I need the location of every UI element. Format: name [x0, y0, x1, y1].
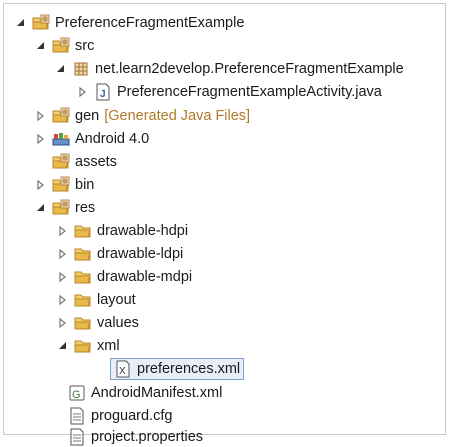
collapsed-arrow-icon[interactable]: [56, 271, 68, 283]
collapsed-arrow-icon[interactable]: [56, 225, 68, 237]
tree-item-preferences[interactable]: preferences.xml: [110, 358, 245, 380]
assets-label: assets: [75, 154, 117, 170]
project-properties-label: project.properties: [91, 429, 204, 445]
collapsed-arrow-icon[interactable]: [76, 86, 88, 98]
package-label: net.learn2develop.PreferenceFragmentExam…: [95, 61, 404, 77]
tree-item-gen[interactable]: gen [Generated Java Files]: [34, 105, 250, 127]
tree-item-proguard[interactable]: proguard.cfg: [68, 405, 172, 427]
res-label: res: [75, 200, 96, 216]
folder-icon: [52, 199, 70, 217]
package-explorer-tree: PreferenceFragmentExample src net.learn2…: [3, 3, 446, 435]
project-icon: [32, 14, 50, 32]
tree-item-drawable-mdpi[interactable]: drawable-mdpi: [56, 266, 192, 288]
layout-label: layout: [97, 292, 136, 308]
text-file-icon: [68, 428, 86, 446]
source-folder-icon: [52, 107, 70, 125]
java-file-icon: [94, 83, 112, 101]
values-label: values: [97, 315, 139, 331]
package-icon: [72, 60, 90, 78]
selection-highlight[interactable]: preferences.xml: [110, 358, 245, 380]
proguard-label: proguard.cfg: [91, 408, 173, 424]
manifest-label: AndroidManifest.xml: [91, 385, 223, 401]
tree-item-manifest[interactable]: AndroidManifest.xml: [68, 382, 222, 404]
expanded-arrow-icon[interactable]: [56, 340, 68, 352]
folder-icon: [74, 268, 92, 286]
xml-file-icon: [114, 360, 132, 378]
collapsed-arrow-icon[interactable]: [56, 317, 68, 329]
tree-item-activity-file[interactable]: PreferenceFragmentExampleActivity.java: [76, 81, 382, 103]
drawable-ldpi-label: drawable-ldpi: [97, 246, 184, 262]
folder-icon: [74, 291, 92, 309]
tree-item-values[interactable]: values: [56, 312, 139, 334]
folder-icon: [74, 314, 92, 332]
collapsed-arrow-icon[interactable]: [34, 133, 46, 145]
tree-item-src[interactable]: src: [34, 35, 94, 57]
drawable-mdpi-label: drawable-mdpi: [97, 269, 193, 285]
collapsed-arrow-icon[interactable]: [56, 294, 68, 306]
text-file-icon: [68, 407, 86, 425]
tree-item-project[interactable]: PreferenceFragmentExample: [14, 12, 244, 34]
bin-label: bin: [75, 177, 95, 193]
library-icon: [52, 130, 70, 148]
tree-item-drawable-hdpi[interactable]: drawable-hdpi: [56, 220, 188, 242]
project-label: PreferenceFragmentExample: [55, 15, 245, 31]
collapsed-arrow-icon[interactable]: [34, 110, 46, 122]
expanded-arrow-icon[interactable]: [14, 17, 26, 29]
tree-item-android[interactable]: Android 4.0: [34, 128, 149, 150]
xml-label: xml: [97, 338, 120, 354]
collapsed-arrow-icon[interactable]: [56, 248, 68, 260]
expanded-arrow-icon[interactable]: [34, 40, 46, 52]
tree-item-drawable-ldpi[interactable]: drawable-ldpi: [56, 243, 183, 265]
folder-icon: [52, 176, 70, 194]
drawable-hdpi-label: drawable-hdpi: [97, 223, 189, 239]
expanded-arrow-icon[interactable]: [34, 202, 46, 214]
tree-item-assets[interactable]: assets: [52, 151, 117, 173]
source-folder-icon: [52, 37, 70, 55]
preferences-label: preferences.xml: [137, 361, 241, 377]
tree-item-res[interactable]: res: [34, 197, 95, 219]
gen-decoration: [Generated Java Files]: [104, 108, 251, 124]
manifest-file-icon: [68, 384, 86, 402]
android-label: Android 4.0: [75, 131, 150, 147]
src-label: src: [75, 38, 95, 54]
collapsed-arrow-icon[interactable]: [34, 179, 46, 191]
tree-item-layout[interactable]: layout: [56, 289, 136, 311]
folder-icon: [74, 245, 92, 263]
gen-label: gen: [75, 108, 100, 124]
tree-item-project-properties[interactable]: project.properties: [68, 428, 203, 446]
folder-icon: [74, 222, 92, 240]
expanded-arrow-icon[interactable]: [54, 63, 66, 75]
activity-file-label: PreferenceFragmentExampleActivity.java: [117, 84, 382, 100]
folder-icon: [74, 337, 92, 355]
folder-icon: [52, 153, 70, 171]
tree-item-xml[interactable]: xml: [56, 335, 120, 357]
tree-item-bin[interactable]: bin: [34, 174, 94, 196]
tree-item-package[interactable]: net.learn2develop.PreferenceFragmentExam…: [54, 58, 404, 80]
